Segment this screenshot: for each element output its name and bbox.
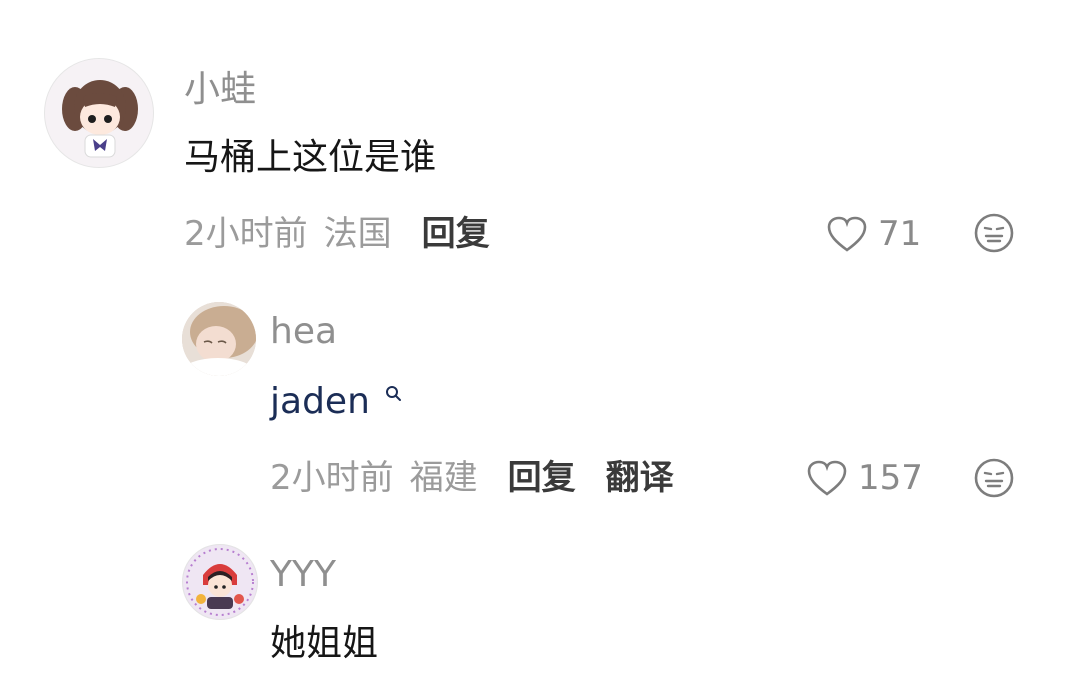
comment-text: 马桶上这位是谁	[184, 137, 437, 178]
dislike-button[interactable]	[973, 457, 1015, 503]
reply-button[interactable]: 回复	[508, 458, 576, 498]
like-count: 71	[878, 214, 922, 254]
heart-outline-icon	[827, 216, 867, 252]
search-icon	[386, 386, 402, 401]
neutral-face-icon	[974, 458, 1014, 498]
avatar[interactable]	[44, 58, 154, 168]
comment-text: jaden	[270, 384, 405, 420]
like-button[interactable]: 157	[806, 459, 923, 497]
comment-text: 她姐姐	[270, 623, 379, 664]
comment-meta: 2小时前 法国 回复	[184, 217, 506, 251]
photo-avatar-icon	[182, 302, 256, 376]
neutral-face-icon	[974, 213, 1014, 253]
username[interactable]: hea	[270, 314, 337, 350]
cartoon-avatar-icon	[183, 545, 257, 619]
dislike-button[interactable]	[973, 212, 1015, 258]
avatar[interactable]	[182, 544, 258, 620]
comment-meta: 2小时前 福建 回复 翻译	[270, 461, 690, 495]
avatar[interactable]	[182, 302, 256, 376]
translate-button[interactable]: 翻译	[606, 458, 674, 498]
comment-time: 2小时前	[270, 458, 394, 498]
reply-button[interactable]: 回复	[422, 214, 490, 254]
like-count: 157	[858, 458, 923, 498]
comment-time: 2小时前	[184, 214, 308, 254]
anime-girl-avatar-icon	[45, 59, 153, 167]
username[interactable]: YYY	[270, 557, 336, 593]
like-button[interactable]: 71	[826, 215, 921, 253]
comment-location: 福建	[409, 458, 478, 498]
heart-outline-icon	[807, 460, 847, 496]
mention-link[interactable]: jaden	[270, 381, 370, 422]
username[interactable]: 小蛙	[184, 72, 256, 108]
comment-location: 法国	[323, 214, 392, 254]
